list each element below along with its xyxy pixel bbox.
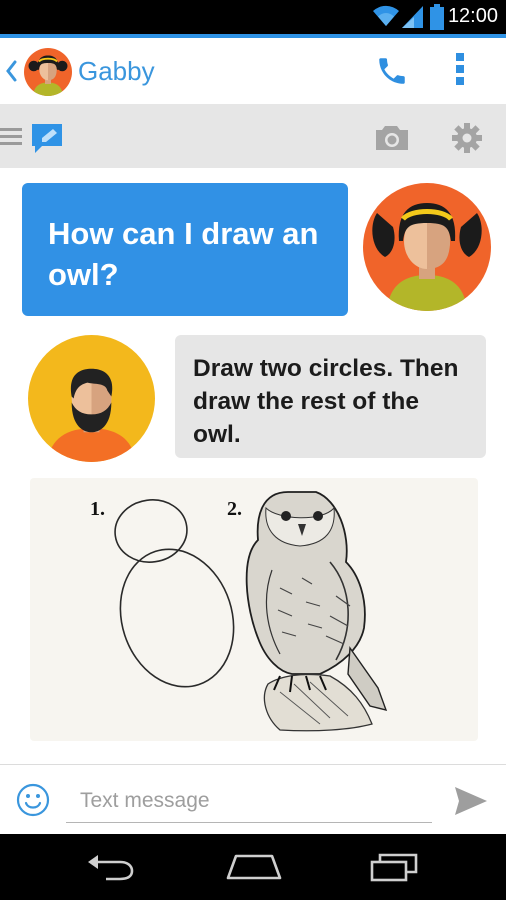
outgoing-message-bubble[interactable]: How can I draw an owl? — [22, 183, 348, 316]
owl-drawing-image[interactable]: 1. 2. — [30, 478, 478, 741]
overflow-menu-icon[interactable] — [455, 52, 465, 91]
compose-bar — [0, 764, 506, 835]
wifi-icon — [372, 4, 400, 33]
contact-avatar[interactable] — [24, 48, 72, 96]
emoji-icon[interactable] — [16, 783, 50, 822]
message-input[interactable] — [66, 779, 432, 823]
incoming-message-bubble[interactable]: Draw two circles. Then draw the rest of … — [175, 335, 486, 458]
send-icon[interactable] — [455, 787, 487, 820]
contact-name[interactable]: Gabby — [78, 56, 155, 87]
contact-message-avatar — [28, 335, 155, 462]
nav-back-icon[interactable] — [86, 852, 136, 887]
clock: 12:00 — [447, 5, 498, 27]
compose-message-icon[interactable] — [32, 124, 62, 159]
nav-home-icon[interactable] — [226, 854, 282, 885]
owl-sketch — [114, 491, 388, 732]
call-icon[interactable] — [375, 54, 409, 93]
navigation-bar — [0, 834, 506, 900]
settings-gear-icon[interactable] — [452, 123, 482, 158]
back-icon[interactable] — [4, 58, 20, 89]
toolbar — [0, 104, 506, 168]
signal-icon — [402, 5, 424, 34]
nav-recents-icon[interactable] — [370, 852, 420, 887]
status-bar: 12:00 — [0, 0, 506, 34]
sender-avatar — [363, 183, 491, 311]
menu-icon[interactable] — [0, 128, 22, 151]
conversation-header: Gabby — [0, 38, 506, 104]
battery-icon — [430, 4, 444, 35]
camera-icon[interactable] — [376, 126, 408, 155]
